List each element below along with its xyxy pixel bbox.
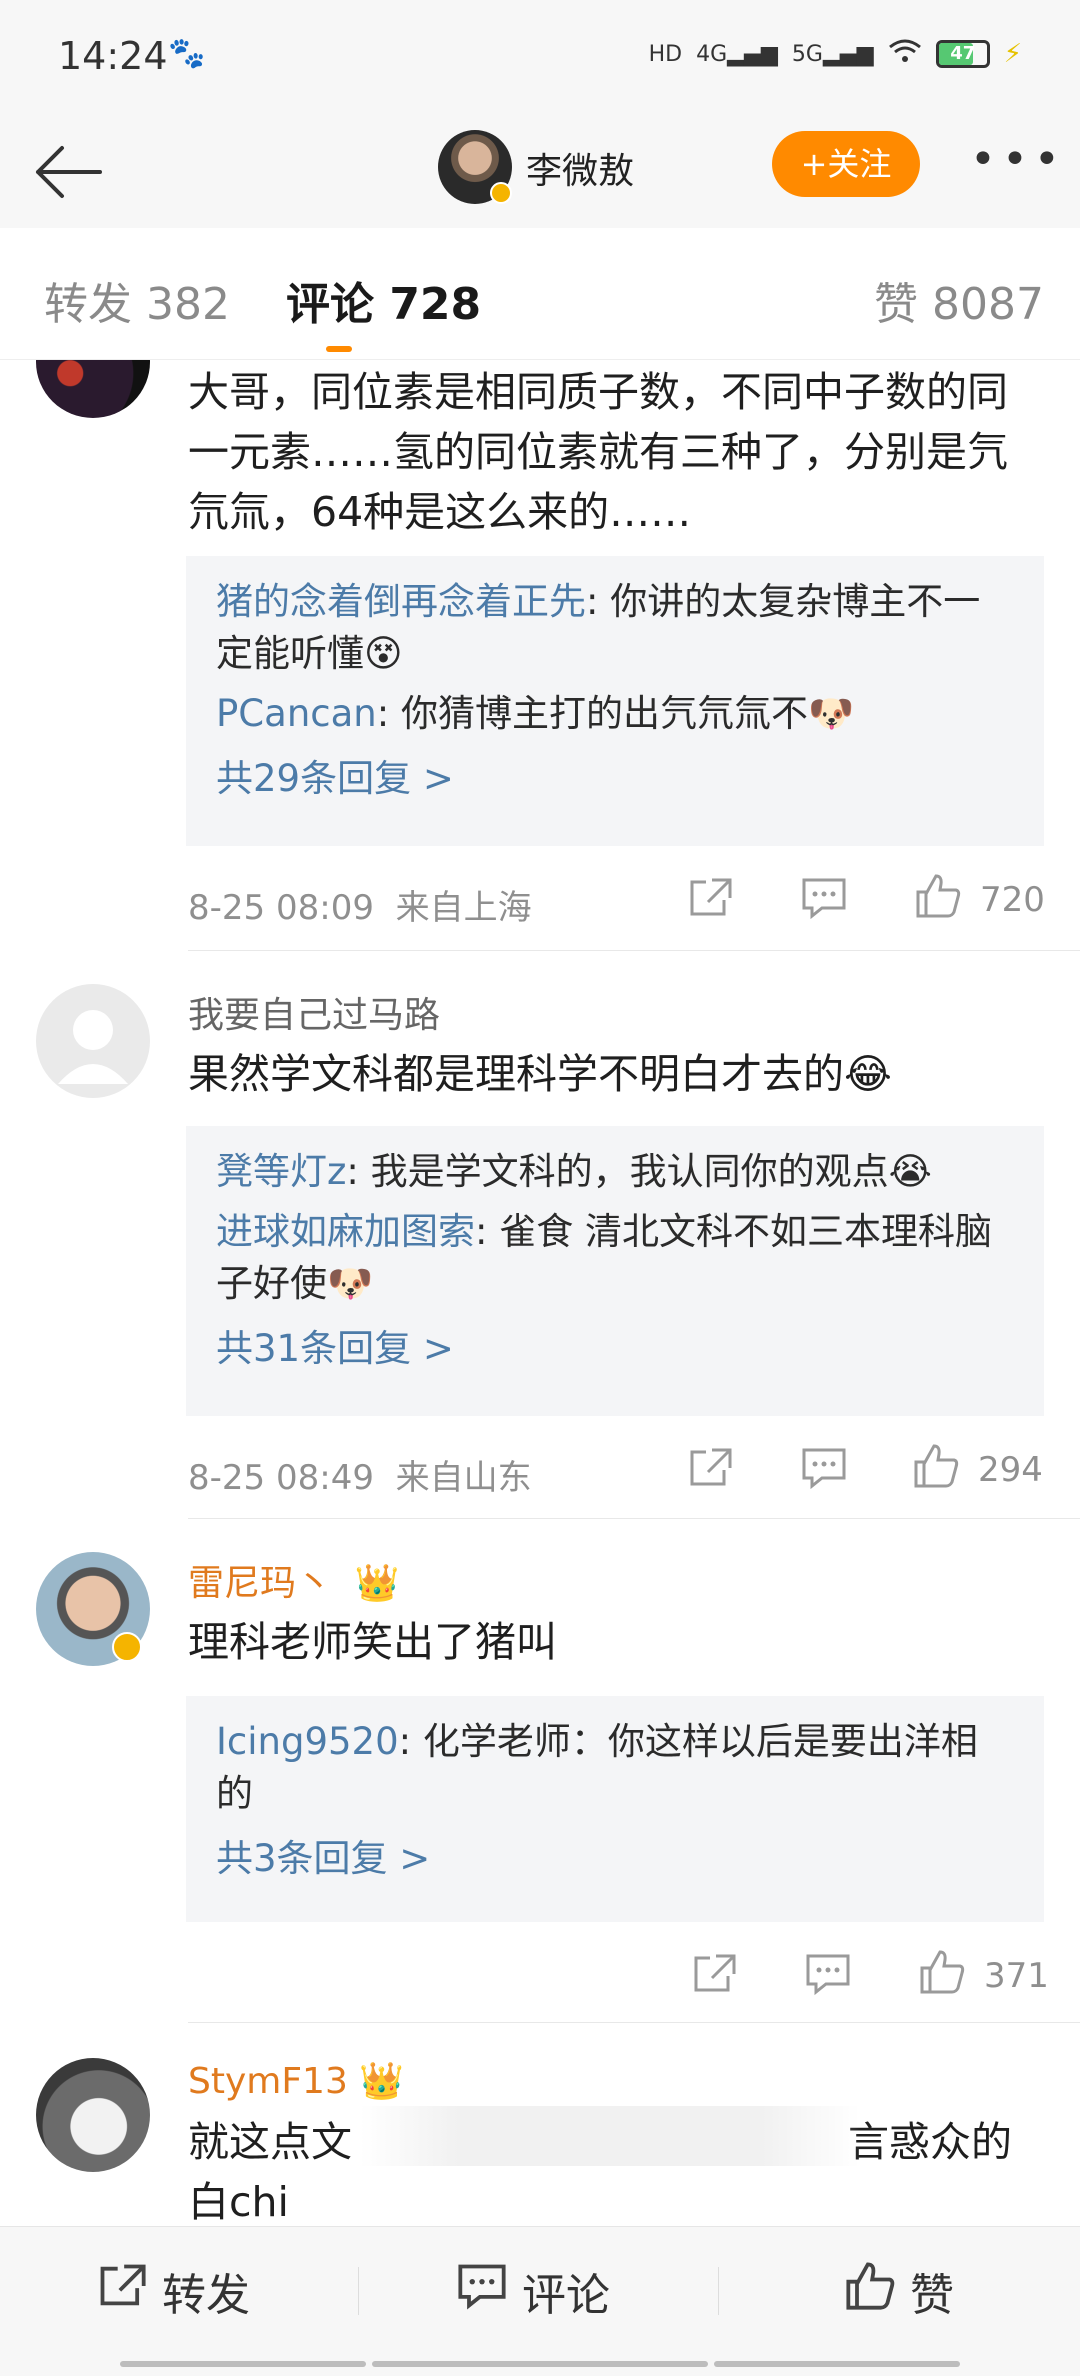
- blurred-text-overlay: [360, 2106, 860, 2166]
- scroll-indicator: [372, 2361, 708, 2367]
- verified-badge-icon: [112, 1632, 142, 1662]
- reply-user[interactable]: 进球如麻加图索: [216, 1210, 475, 1253]
- reply-icon[interactable]: [804, 1952, 852, 1996]
- reply-user[interactable]: PCancan: [216, 692, 377, 735]
- divider: [188, 2022, 1080, 2023]
- reply-user[interactable]: Icing9520: [216, 1720, 399, 1763]
- vip-crown-icon: 👑: [359, 2061, 405, 2102]
- comment-avatar[interactable]: [36, 2058, 150, 2172]
- signal-5g-icon: 5G▂▄▆: [791, 41, 874, 67]
- like-count: 371: [984, 1956, 1049, 1996]
- reply-box[interactable]: Icing9520: 化学老师：你这样以后是要出洋相的 共3条回复 >: [186, 1696, 1044, 1922]
- reply-item: 进球如麻加图索: 雀食 清北文科不如三本理科脑子好使🐶: [216, 1210, 992, 1305]
- share-icon[interactable]: [686, 876, 734, 920]
- status-icons: HD 4G▂▄▆ 5G▂▄▆ 47 ⚡: [649, 38, 1022, 70]
- vip-crown-icon: 👑: [354, 1563, 400, 1604]
- wifi-icon: [888, 38, 922, 70]
- comment-meta: 8-25 08:09 来自上海: [188, 888, 532, 928]
- commenter-name[interactable]: 雷尼玛丶 👑: [188, 1554, 400, 1606]
- scroll-indicator: [120, 2361, 366, 2367]
- status-bar: 14:24 🐾 HD 4G▂▄▆ 5G▂▄▆ 47 ⚡: [0, 0, 1080, 116]
- app-notification-icon: 🐾: [168, 36, 206, 71]
- share-icon[interactable]: [686, 1446, 734, 1490]
- like-icon[interactable]: [918, 1948, 966, 1994]
- comment-text-continued: 白chi: [188, 2178, 289, 2226]
- like-icon[interactable]: [912, 1442, 960, 1488]
- tab-like[interactable]: 赞 8087: [874, 268, 1044, 332]
- signal-4g-icon: 4G▂▄▆: [696, 41, 778, 67]
- verified-badge-icon: [490, 182, 512, 204]
- author-name[interactable]: 李微敖: [526, 142, 634, 194]
- reply-item: Icing9520: 化学老师：你这样以后是要出洋相的: [216, 1720, 978, 1815]
- status-time: 14:24: [58, 34, 168, 78]
- reply-item: PCancan: 你猜博主打的出氕氘氚不🐶: [216, 692, 855, 735]
- hd-icon: HD: [648, 41, 683, 67]
- comment-label: 评论: [522, 2270, 610, 2321]
- battery-icon: 47: [935, 40, 990, 68]
- share-icon[interactable]: [690, 1952, 738, 1996]
- reply-box[interactable]: 猪的念着倒再念着正先: 你讲的太复杂博主不一定能听懂😵 PCancan: 你猜博…: [186, 556, 1044, 846]
- like-count: 720: [980, 880, 1045, 920]
- comment-avatar[interactable]: [36, 984, 150, 1098]
- comment-icon: [456, 2262, 508, 2321]
- repost-icon: [96, 2262, 148, 2321]
- active-tab-indicator: [326, 346, 352, 352]
- reply-user[interactable]: 凳等灯z: [216, 1150, 346, 1193]
- comment-text: 理科老师笑出了猪叫: [188, 1618, 557, 1666]
- reply-icon[interactable]: [800, 876, 848, 920]
- more-replies-link[interactable]: 共31条回复 >: [216, 1318, 1014, 1372]
- tab-repost[interactable]: 转发 382: [44, 268, 230, 332]
- reply-user[interactable]: 猪的念着倒再念着正先: [216, 580, 586, 623]
- divider: [718, 2267, 719, 2315]
- charging-icon: ⚡: [1003, 39, 1022, 69]
- like-icon[interactable]: [914, 872, 962, 918]
- more-replies-link[interactable]: 共29条回复 >: [216, 748, 1014, 802]
- comment-meta: 8-25 08:49 来自山东: [188, 1458, 532, 1498]
- reply-icon[interactable]: [800, 1446, 848, 1490]
- divider: [358, 2267, 359, 2315]
- reply-item: 凳等灯z: 我是学文科的，我认同你的观点😭: [216, 1150, 932, 1193]
- top-bar: 李微敖 +关注 •••: [0, 116, 1080, 228]
- comment-text: 大哥，同位素是相同质子数，不同中子数的同一元素……氢的同位素就有三种了，分别是氕…: [188, 368, 1008, 536]
- divider: [188, 1518, 1080, 1519]
- more-replies-link[interactable]: 共3条回复 >: [216, 1828, 1014, 1882]
- reply-box[interactable]: 凳等灯z: 我是学文科的，我认同你的观点😭 进球如麻加图索: 雀食 清北文科不如…: [186, 1126, 1044, 1416]
- more-options-icon[interactable]: •••: [970, 134, 1060, 194]
- reply-item: 猪的念着倒再念着正先: 你讲的太复杂博主不一定能听懂😵: [216, 580, 981, 675]
- comment-text: 果然学文科都是理科学不明白才去的😂: [188, 1050, 892, 1098]
- like-icon: [844, 2260, 896, 2323]
- like-label: 赞: [910, 2270, 954, 2321]
- commenter-name[interactable]: StymF13 👑: [188, 2060, 404, 2102]
- repost-button[interactable]: 转发: [96, 2251, 250, 2331]
- scroll-indicator: [714, 2361, 960, 2367]
- commenter-name[interactable]: 我要自己过马路: [188, 986, 440, 1038]
- back-arrow-icon[interactable]: [28, 132, 108, 212]
- like-count: 294: [978, 1450, 1043, 1490]
- like-button[interactable]: 赞: [844, 2251, 954, 2331]
- repost-label: 转发: [162, 2270, 250, 2321]
- tab-comment[interactable]: 评论 728: [286, 268, 481, 332]
- comment-button[interactable]: 评论: [456, 2251, 610, 2331]
- divider: [188, 950, 1080, 951]
- tab-bar: 转发 382 评论 728 赞 8087: [0, 228, 1080, 360]
- bottom-action-bar: 转发 评论 赞: [0, 2226, 1080, 2376]
- follow-button[interactable]: +关注: [772, 131, 920, 197]
